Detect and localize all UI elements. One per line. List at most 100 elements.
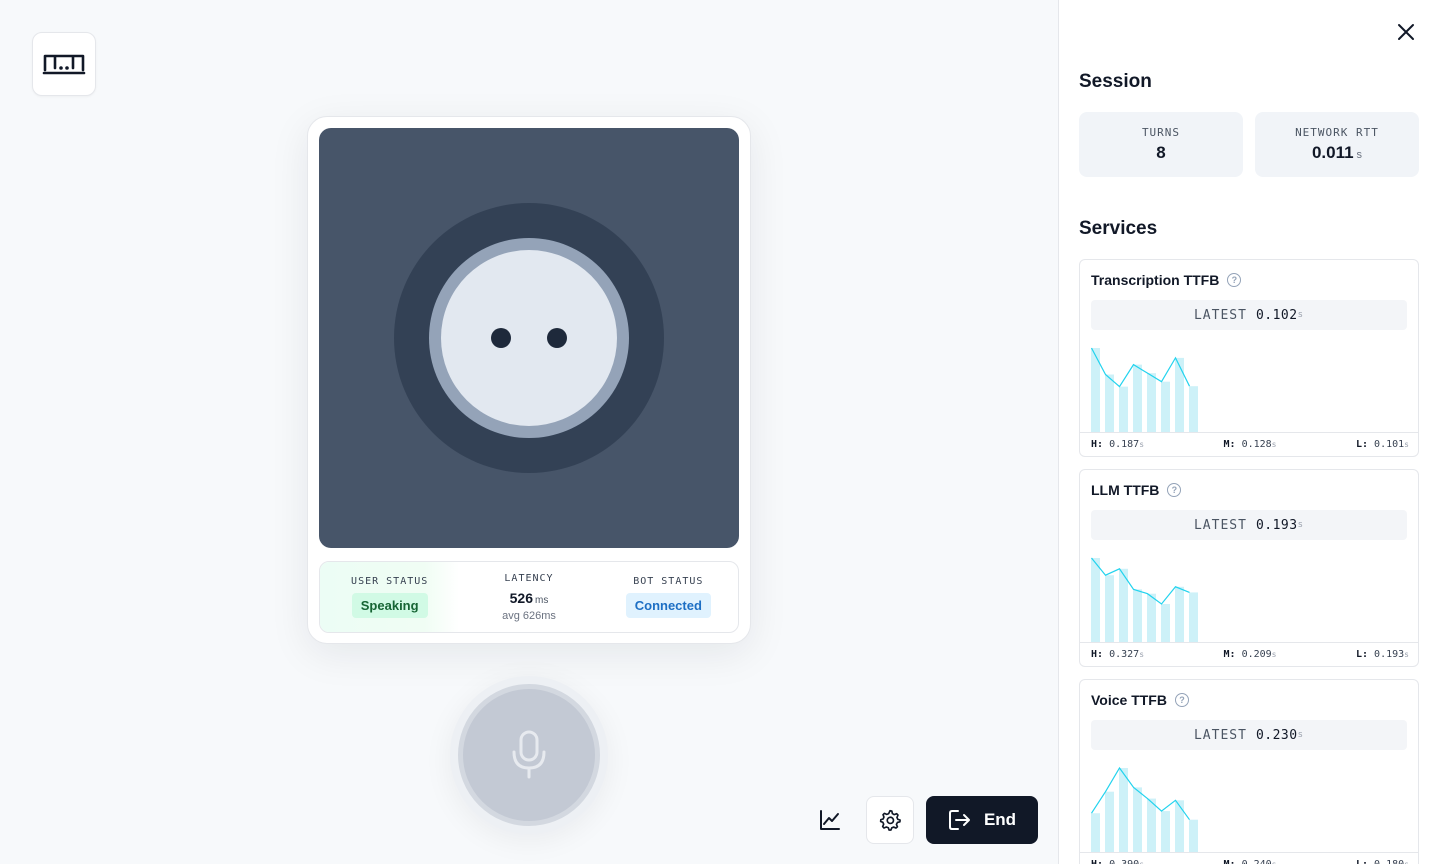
sparkline-bar xyxy=(1091,558,1100,642)
low-unit: s xyxy=(1404,860,1409,864)
latency-readout: 526ms xyxy=(510,590,549,608)
latest-value: 0.230 xyxy=(1256,728,1298,743)
high-value: 0.390 xyxy=(1109,859,1139,864)
mid-value: 0.209 xyxy=(1242,649,1272,660)
end-button-label: End xyxy=(984,810,1016,830)
chart-icon xyxy=(819,809,841,831)
mid-label: M: xyxy=(1223,649,1235,660)
rtt-unit: s xyxy=(1357,149,1363,161)
low-stat: L: 0.101s xyxy=(1356,439,1409,450)
help-icon[interactable]: ? xyxy=(1227,273,1241,287)
stats-panel: Session TURNS 8 NETWORK RTT 0.011s Servi… xyxy=(1058,0,1440,864)
settings-button[interactable] xyxy=(866,796,914,844)
sparkline-bar xyxy=(1175,358,1184,432)
sparkline-bar xyxy=(1119,387,1128,432)
latency-label: LATENCY xyxy=(504,573,553,584)
sparkline-chart xyxy=(1091,760,1407,852)
high-unit: s xyxy=(1139,650,1144,659)
mic-button[interactable] xyxy=(450,676,608,834)
user-status-badge: Speaking xyxy=(352,593,428,618)
sparkline-bar xyxy=(1105,375,1114,432)
service-title: Transcription TTFB? xyxy=(1091,272,1241,288)
service-card: Transcription TTFB?LATEST0.102sH: 0.187s… xyxy=(1079,259,1419,457)
mid-unit: s xyxy=(1272,650,1277,659)
mid-unit: s xyxy=(1272,860,1277,864)
status-bar: USER STATUS Speaking LATENCY 526ms avg 6… xyxy=(319,561,739,633)
latest-unit: s xyxy=(1298,520,1304,530)
sparkline-bar xyxy=(1147,799,1156,852)
mid-value: 0.128 xyxy=(1242,439,1272,450)
mid-label: M: xyxy=(1223,859,1235,864)
bot-status-badge: Connected xyxy=(626,593,711,618)
latency-unit: ms xyxy=(535,595,548,606)
high-value: 0.187 xyxy=(1109,439,1139,450)
bot-status: BOT STATUS Connected xyxy=(599,562,738,632)
latency-status: LATENCY 526ms avg 626ms xyxy=(459,562,598,632)
latest-readout: LATEST0.230s xyxy=(1091,720,1407,750)
close-panel-button[interactable] xyxy=(1396,22,1416,42)
sparkline-bar xyxy=(1133,589,1142,642)
rtt-stat: NETWORK RTT 0.011s xyxy=(1255,112,1419,177)
sparkline-chart xyxy=(1091,550,1407,642)
high-label: H: xyxy=(1091,439,1103,450)
user-status: USER STATUS Speaking xyxy=(320,562,459,632)
sparkline-bar xyxy=(1161,382,1170,432)
hml-summary: H: 0.327sM: 0.209sL: 0.193s xyxy=(1080,642,1419,666)
sparkline-bar xyxy=(1105,792,1114,852)
mid-stat: M: 0.240s xyxy=(1223,859,1276,864)
high-unit: s xyxy=(1139,440,1144,449)
bot-status-label: BOT STATUS xyxy=(633,576,703,587)
mid-value: 0.240 xyxy=(1242,859,1272,864)
hml-summary: H: 0.187sM: 0.128sL: 0.101s xyxy=(1080,432,1419,456)
latest-value: 0.193 xyxy=(1256,518,1298,533)
user-status-label: USER STATUS xyxy=(351,576,428,587)
latest-unit: s xyxy=(1298,310,1304,320)
service-title: Voice TTFB? xyxy=(1091,692,1189,708)
bot-avatar xyxy=(319,128,739,548)
rtt-readout: 0.011s xyxy=(1312,143,1362,163)
high-stat: H: 0.187s xyxy=(1091,439,1144,450)
latest-label: LATEST xyxy=(1194,518,1247,533)
sparkline-bar xyxy=(1161,811,1170,852)
bot-video xyxy=(319,128,739,548)
sparkline-chart xyxy=(1091,340,1407,432)
help-icon[interactable]: ? xyxy=(1167,483,1181,497)
sparkline-bar xyxy=(1175,800,1184,852)
latency-value: 526 xyxy=(510,590,533,606)
rtt-label: NETWORK RTT xyxy=(1295,126,1379,139)
rtt-value: 0.011 xyxy=(1312,143,1354,162)
mid-label: M: xyxy=(1223,439,1235,450)
latency-avg: avg 626ms xyxy=(502,610,556,622)
app-logo[interactable] xyxy=(32,32,96,96)
high-stat: H: 0.327s xyxy=(1091,649,1144,660)
turns-label: TURNS xyxy=(1142,126,1180,139)
hml-summary: H: 0.390sM: 0.240sL: 0.180s xyxy=(1080,852,1419,864)
sparkline-bar xyxy=(1161,604,1170,642)
stats-button[interactable] xyxy=(806,796,854,844)
sparkline-bar xyxy=(1119,768,1128,852)
mic-icon xyxy=(509,730,549,780)
low-label: L: xyxy=(1356,859,1368,864)
sparkline-bar xyxy=(1189,592,1198,642)
low-unit: s xyxy=(1404,440,1409,449)
mid-stat: M: 0.209s xyxy=(1223,649,1276,660)
sparkline-bar xyxy=(1091,813,1100,852)
latest-readout: LATEST0.102s xyxy=(1091,300,1407,330)
low-value: 0.180 xyxy=(1374,859,1404,864)
service-title-text: Transcription TTFB xyxy=(1091,272,1219,288)
logo-icon xyxy=(42,50,86,78)
service-title-text: Voice TTFB xyxy=(1091,692,1167,708)
latest-value: 0.102 xyxy=(1256,308,1298,323)
sparkline-bar xyxy=(1175,587,1184,642)
low-label: L: xyxy=(1356,649,1368,660)
turns-stat: TURNS 8 xyxy=(1079,112,1243,177)
service-title-text: LLM TTFB xyxy=(1091,482,1159,498)
high-stat: H: 0.390s xyxy=(1091,859,1144,864)
high-value: 0.327 xyxy=(1109,649,1139,660)
service-card: Voice TTFB? LATEST0.230s H: 0.390s M: 0.240… xyxy=(1079,679,1419,864)
sparkline-bar xyxy=(1133,365,1142,432)
help-icon[interactable]: ? xyxy=(1175,693,1189,707)
end-button[interactable]: End xyxy=(926,796,1038,844)
sparkline-bar xyxy=(1189,820,1198,852)
mic-button-inner[interactable] xyxy=(458,684,600,826)
